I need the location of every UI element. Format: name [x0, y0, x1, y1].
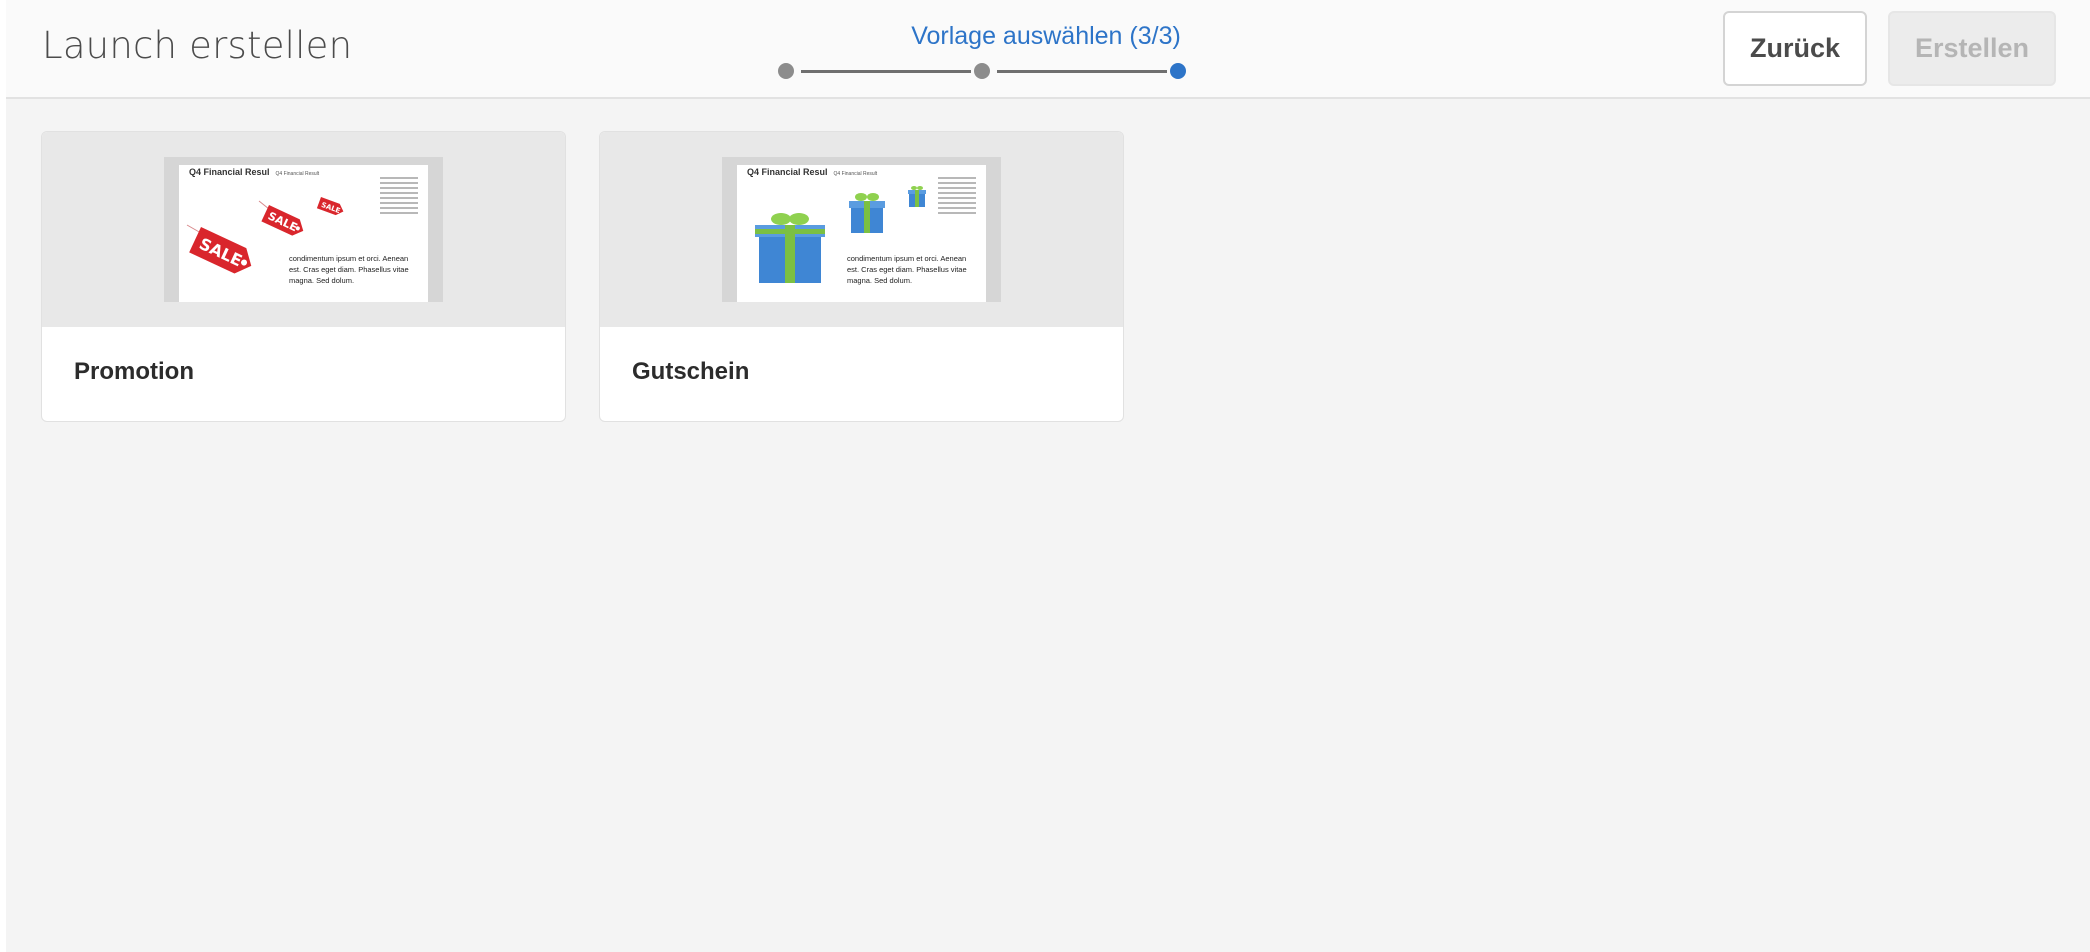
step-2-indicator [974, 63, 990, 79]
preview-body-text: condimentum ipsum et orci. Aenean est. C… [847, 254, 967, 285]
wizard-stepper: Vorlage auswählen (3/3) [766, 18, 1326, 88]
template-label: Promotion [74, 358, 194, 385]
back-button[interactable]: Zurück [1723, 11, 1867, 86]
step-connector [997, 70, 1167, 73]
step-1-indicator [778, 63, 794, 79]
template-thumbnail: Q4 Financial Resul Q4 Financial Result c… [600, 132, 1123, 327]
step-track [766, 58, 1326, 88]
preview-page: Q4 Financial Resul Q4 Financial Result SA… [179, 165, 428, 302]
wizard-header: Launch erstellen Vorlage auswählen (3/3)… [6, 0, 2090, 99]
step-connector [801, 70, 971, 73]
page-title: Launch erstellen [42, 24, 353, 67]
app-frame: Launch erstellen Vorlage auswählen (3/3)… [6, 0, 2090, 952]
create-button[interactable]: Erstellen [1888, 11, 2056, 86]
template-label: Gutschein [632, 358, 750, 385]
template-card-gutschein[interactable]: Q4 Financial Resul Q4 Financial Result c… [599, 131, 1124, 422]
step-3-indicator [1170, 63, 1186, 79]
template-card-promotion[interactable]: Q4 Financial Resul Q4 Financial Result SA… [41, 131, 566, 422]
preview-body-text: condimentum ipsum et orci. Aenean est. C… [289, 254, 409, 285]
template-preview: Q4 Financial Resul Q4 Financial Result c… [722, 157, 1001, 302]
preview-page: Q4 Financial Resul Q4 Financial Result c… [737, 165, 986, 302]
template-thumbnail: Q4 Financial Resul Q4 Financial Result SA… [42, 132, 565, 327]
current-step-label: Vorlage auswählen (3/3) [911, 22, 1181, 50]
template-preview: Q4 Financial Resul Q4 Financial Result SA… [164, 157, 443, 302]
